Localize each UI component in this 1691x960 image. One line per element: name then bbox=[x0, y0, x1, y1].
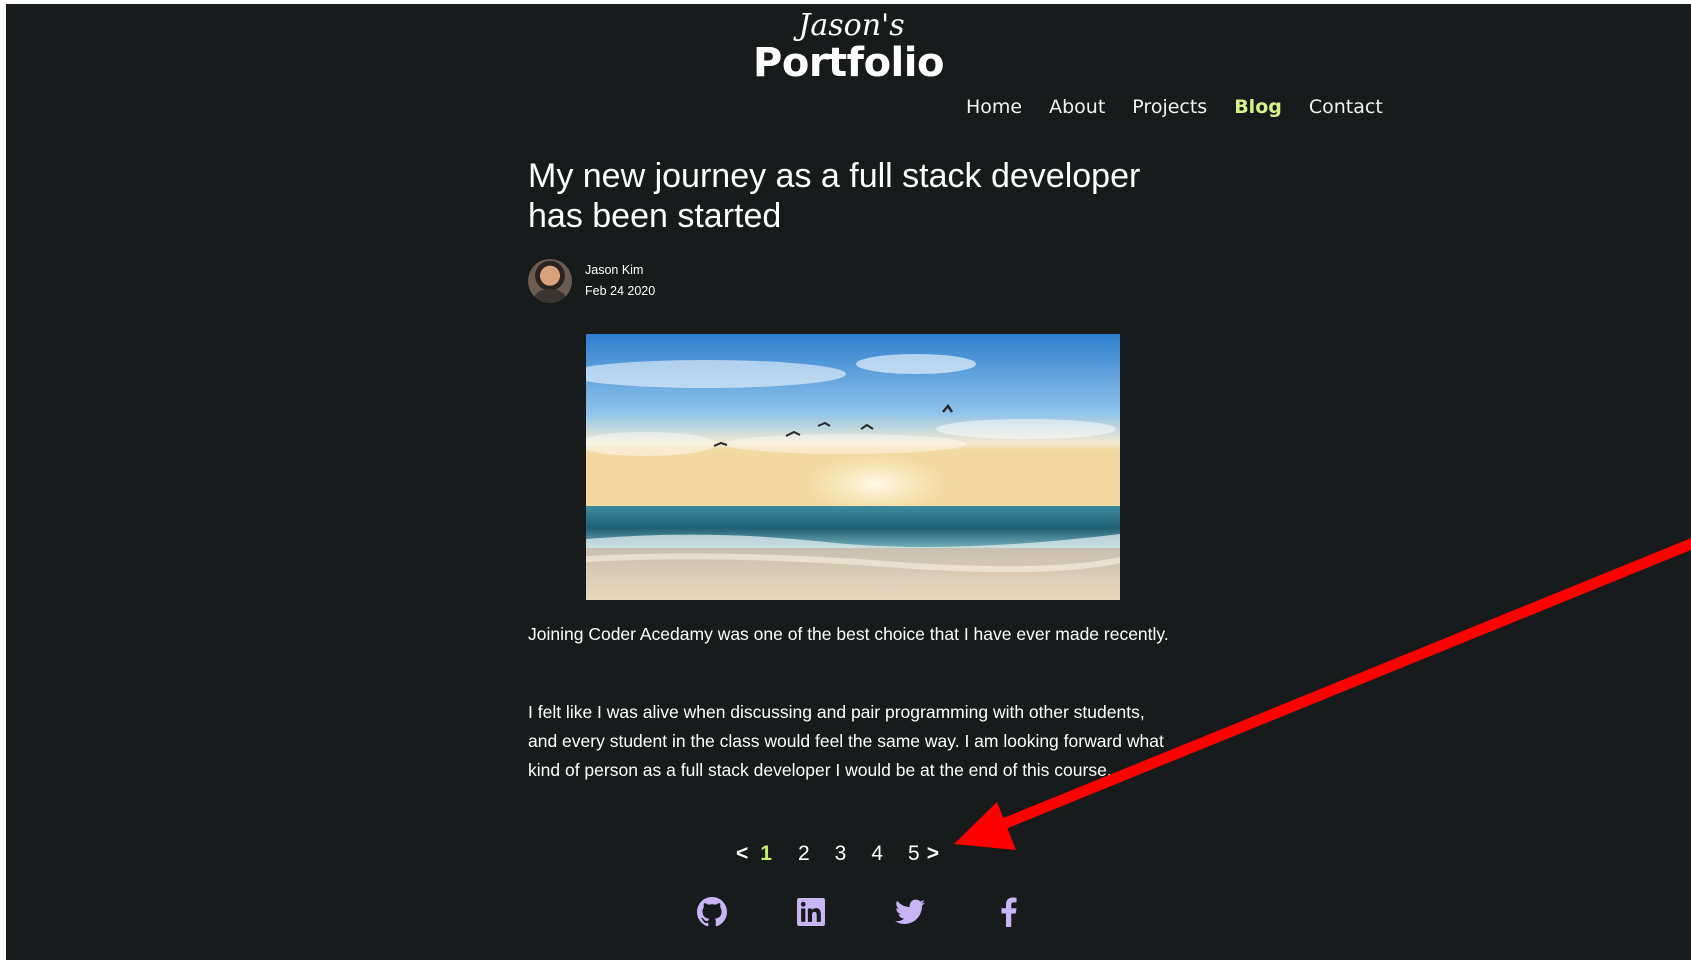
post-date: Feb 24 2020 bbox=[585, 284, 656, 298]
post-title: My new journey as a full stack developer… bbox=[528, 157, 1141, 235]
logo-script-text: Jason's bbox=[798, 8, 905, 43]
post-meta: Jason Kim Feb 24 2020 bbox=[528, 259, 655, 303]
linkedin-icon[interactable] bbox=[795, 896, 827, 928]
github-icon[interactable] bbox=[696, 896, 728, 928]
pagination-page-2[interactable]: 2 bbox=[798, 841, 810, 867]
site-logo[interactable]: Jason's Portfolio bbox=[6, 8, 1691, 86]
pagination-prev[interactable]: < bbox=[736, 841, 748, 867]
pagination-page-1[interactable]: 1 bbox=[760, 841, 772, 867]
pagination: < 1 2 3 4 5 > bbox=[736, 841, 939, 867]
pagination-page-5[interactable]: 5 bbox=[908, 841, 920, 867]
nav-blog[interactable]: Blog bbox=[1234, 95, 1282, 119]
logo-main-text: Portfolio bbox=[753, 40, 944, 86]
main-nav: Home About Projects Blog Contact bbox=[966, 95, 1410, 119]
page-frame: Jason's Portfolio Home About Projects Bl… bbox=[6, 4, 1691, 960]
pagination-page-4[interactable]: 4 bbox=[871, 841, 883, 867]
post-paragraph-1: Joining Coder Acedamy was one of the bes… bbox=[528, 624, 1169, 644]
blog-post: My new journey as a full stack developer… bbox=[528, 156, 1188, 780]
nav-contact[interactable]: Contact bbox=[1309, 95, 1383, 119]
author-name: Jason Kim bbox=[585, 263, 644, 277]
post-paragraph-2: I felt like I was alive when discussing … bbox=[528, 702, 1164, 780]
pagination-next[interactable]: > bbox=[927, 841, 939, 867]
nav-about[interactable]: About bbox=[1049, 95, 1105, 119]
nav-home[interactable]: Home bbox=[966, 95, 1022, 119]
post-hero-image bbox=[586, 334, 1120, 600]
pagination-page-3[interactable]: 3 bbox=[835, 841, 847, 867]
twitter-icon[interactable] bbox=[894, 896, 926, 928]
author-avatar bbox=[528, 259, 572, 303]
facebook-icon[interactable] bbox=[993, 896, 1025, 928]
nav-projects[interactable]: Projects bbox=[1132, 95, 1207, 119]
social-links bbox=[696, 896, 1092, 928]
